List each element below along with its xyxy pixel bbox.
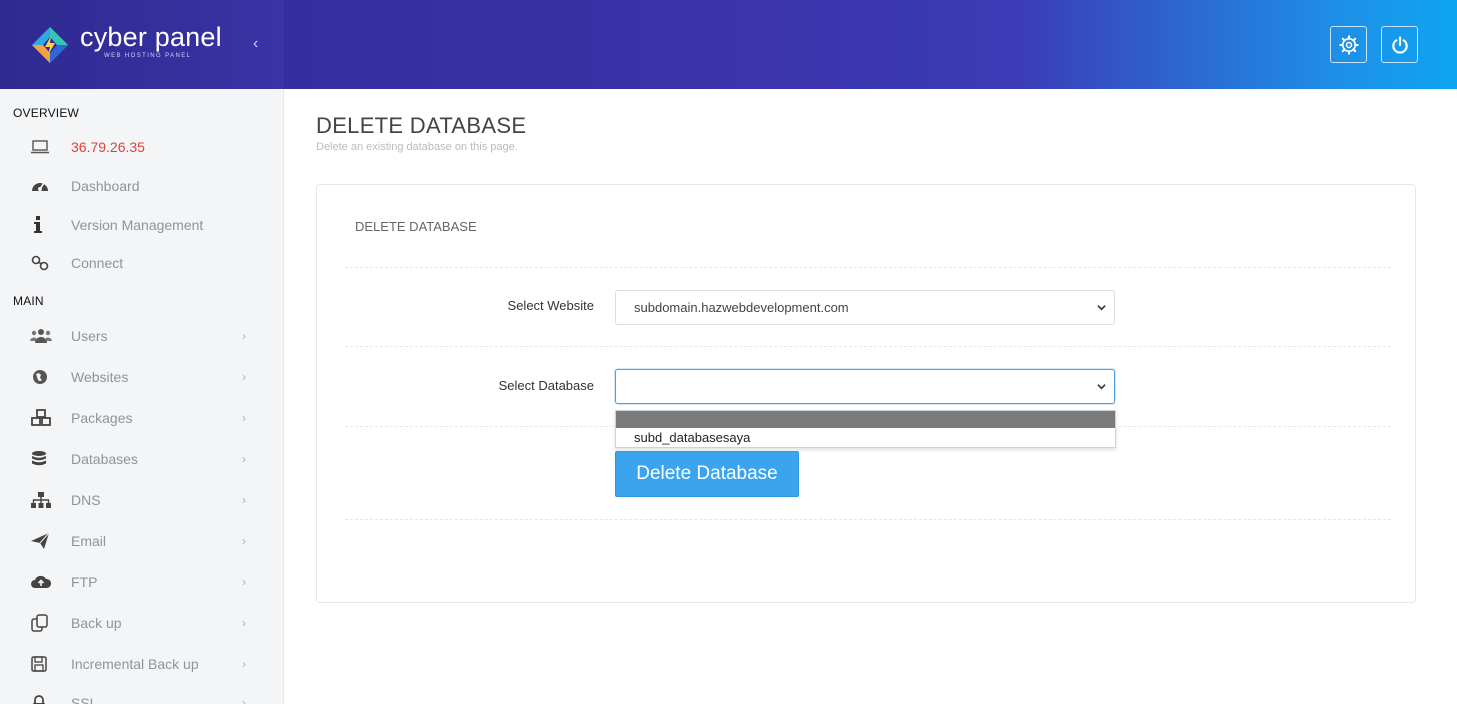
panel-title: DELETE DATABASE	[355, 219, 477, 234]
sidebar-item-label: Incremental Back up	[71, 656, 199, 672]
sidebar-item-label: SSL	[71, 695, 98, 704]
sidebar-item-users[interactable]: Users ›	[30, 322, 270, 350]
divider	[345, 519, 1391, 520]
sidebar-item-label: Dashboard	[71, 178, 140, 194]
cloud-upload-icon	[30, 572, 54, 592]
sidebar-item-ssl[interactable]: SSL ›	[30, 689, 270, 704]
chevron-right-icon: ›	[242, 370, 246, 384]
save-icon	[30, 654, 54, 674]
database-options-list: subd_databasesaya	[615, 410, 1116, 448]
sidebar-item-incremental-backup[interactable]: Incremental Back up ›	[30, 650, 270, 678]
lock-icon	[30, 693, 54, 704]
sidebar-item-ip[interactable]: 36.79.26.35	[30, 133, 270, 161]
copy-icon	[30, 613, 54, 633]
sidebar-section-main: MAIN	[13, 294, 44, 308]
chevron-right-icon: ›	[242, 411, 246, 425]
select-website-label: Select Website	[507, 298, 594, 313]
sidebar: OVERVIEW 36.79.26.35 Dashboard Version M…	[0, 89, 284, 704]
select-website-dropdown[interactable]: subdomain.hazwebdevelopment.com	[615, 290, 1115, 325]
select-website-value: subdomain.hazwebdevelopment.com	[634, 300, 849, 315]
paper-plane-icon	[30, 531, 54, 551]
power-icon	[1391, 35, 1408, 54]
logout-button[interactable]	[1381, 26, 1418, 63]
chevron-right-icon: ›	[242, 452, 246, 466]
chevron-down-icon	[1097, 305, 1106, 311]
chevron-right-icon: ›	[242, 493, 246, 507]
sidebar-item-packages[interactable]: Packages ›	[30, 404, 270, 432]
sidebar-item-label: Email	[71, 533, 107, 549]
gear-icon	[1338, 34, 1359, 55]
sidebar-item-label: Packages	[71, 410, 133, 426]
globe-icon	[30, 367, 54, 387]
select-database-label: Select Database	[498, 378, 594, 393]
chevron-left-icon[interactable]: ‹	[253, 35, 258, 53]
sidebar-item-label: FTP	[71, 574, 98, 590]
cubes-icon	[30, 408, 54, 428]
sidebar-item-label: Databases	[71, 451, 138, 467]
chevron-right-icon: ›	[242, 575, 246, 589]
brand-tagline: WEB HOSTING PANEL	[104, 53, 192, 59]
laptop-icon	[30, 137, 54, 157]
select-database-dropdown[interactable]	[615, 369, 1115, 404]
sidebar-item-dns[interactable]: DNS ›	[30, 486, 270, 514]
chevron-right-icon: ›	[242, 657, 246, 671]
top-header: cyber panel WEB HOSTING PANEL ‹	[0, 0, 1457, 89]
chevron-down-icon	[1097, 384, 1106, 390]
page-subtitle: Delete an existing database on this page…	[316, 141, 518, 153]
dashboard-icon	[30, 176, 54, 196]
sidebar-item-label: Back up	[71, 615, 122, 631]
cyberpanel-logo-icon	[32, 27, 68, 63]
sidebar-item-websites[interactable]: Websites ›	[30, 363, 270, 391]
database-option[interactable]: subd_databasesaya	[616, 428, 1115, 448]
brand-name: cyber panel	[80, 22, 222, 52]
settings-button[interactable]	[1330, 26, 1367, 63]
sidebar-item-version-management[interactable]: Version Management	[30, 211, 270, 239]
sidebar-item-label: Websites	[71, 369, 129, 385]
chevron-right-icon: ›	[242, 616, 246, 630]
sidebar-item-dashboard[interactable]: Dashboard	[30, 172, 270, 200]
delete-database-button[interactable]: Delete Database	[615, 451, 799, 497]
sidebar-item-label: Users	[71, 328, 108, 344]
sidebar-item-label: Connect	[71, 255, 124, 271]
sidebar-item-email[interactable]: Email ›	[30, 527, 270, 555]
chevron-right-icon: ›	[242, 534, 246, 548]
divider	[345, 267, 1391, 268]
sidebar-item-ftp[interactable]: FTP ›	[30, 568, 270, 596]
brand-block: cyber panel WEB HOSTING PANEL ‹	[0, 0, 284, 89]
database-icon	[30, 449, 54, 469]
divider	[345, 346, 1391, 347]
sidebar-item-label: Version Management	[71, 217, 204, 233]
database-option-empty[interactable]	[616, 411, 1115, 428]
page-title: DELETE DATABASE	[316, 113, 527, 138]
sidebar-item-databases[interactable]: Databases ›	[30, 445, 270, 473]
sidebar-item-label: DNS	[71, 492, 101, 508]
users-icon	[30, 326, 54, 346]
sitemap-icon	[30, 490, 54, 510]
sidebar-item-label: 36.79.26.35	[71, 139, 145, 155]
sidebar-section-overview: OVERVIEW	[13, 106, 80, 120]
chevron-right-icon: ›	[242, 329, 246, 343]
sidebar-item-connect[interactable]: Connect	[30, 249, 270, 277]
link-icon	[30, 253, 54, 273]
sidebar-item-backup[interactable]: Back up ›	[30, 609, 270, 637]
info-icon	[30, 215, 54, 235]
chevron-right-icon: ›	[242, 696, 246, 704]
